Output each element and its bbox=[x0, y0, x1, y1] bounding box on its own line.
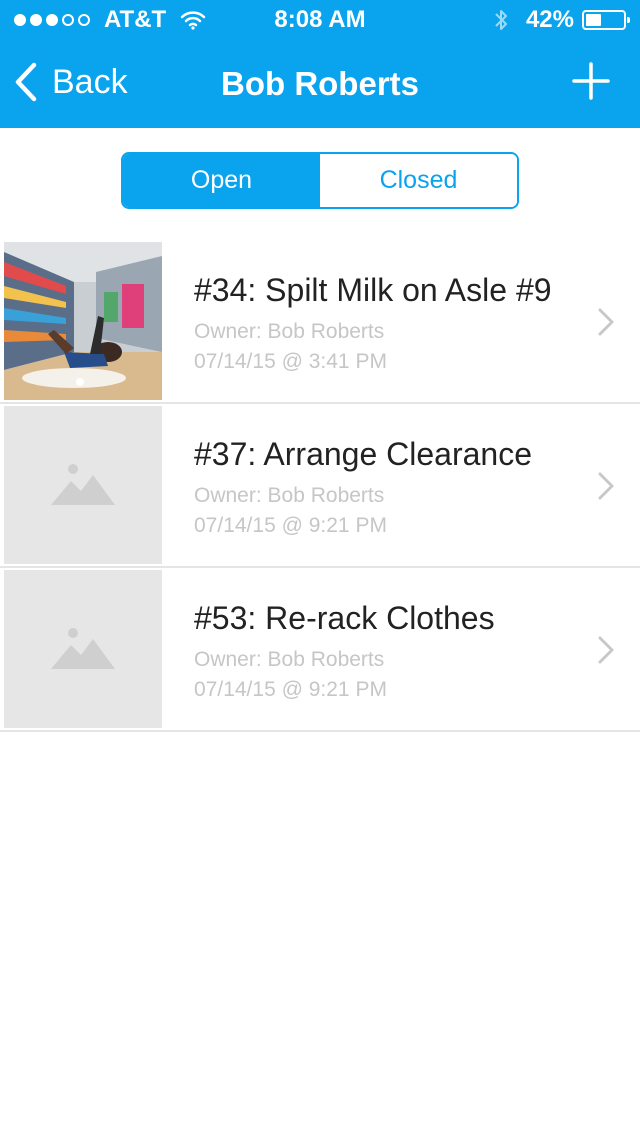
task-owner: Owner: Bob Roberts bbox=[194, 484, 385, 507]
task-photo-placeholder bbox=[4, 570, 162, 728]
task-date: 07/14/15 @ 9:21 PM bbox=[194, 678, 387, 701]
task-title: #53: Re-rack Clothes bbox=[194, 600, 495, 636]
task-title: #34: Spilt Milk on Asle #9 bbox=[194, 272, 552, 308]
chevron-right-icon bbox=[598, 308, 614, 336]
bluetooth-icon bbox=[495, 10, 507, 30]
image-placeholder-icon bbox=[51, 464, 115, 505]
chevron-right-icon bbox=[598, 472, 614, 500]
task-date: 07/14/15 @ 3:41 PM bbox=[194, 350, 387, 373]
chevron-right-icon bbox=[598, 636, 614, 664]
status-bar: AT&T 8:08 AM 42% bbox=[0, 0, 640, 40]
task-list: #34: Spilt Milk on Asle #9 Owner: Bob Ro… bbox=[0, 240, 640, 732]
nav-bar: Back Bob Roberts bbox=[0, 40, 640, 128]
battery-percent: 42% bbox=[525, 6, 574, 33]
task-photo bbox=[4, 242, 162, 400]
segment-closed[interactable]: Closed bbox=[320, 154, 517, 207]
battery-icon bbox=[582, 10, 630, 30]
navigation-bar: AT&T 8:08 AM 42% Back Bob Roberts bbox=[0, 0, 640, 128]
task-owner: Owner: Bob Roberts bbox=[194, 320, 385, 343]
plus-icon[interactable] bbox=[572, 62, 610, 100]
task-photo-placeholder bbox=[4, 406, 162, 564]
segment-open[interactable]: Open bbox=[123, 154, 320, 207]
task-title: #37: Arrange Clearance bbox=[194, 436, 532, 472]
image-placeholder-icon bbox=[51, 628, 115, 669]
task-date: 07/14/15 @ 9:21 PM bbox=[194, 514, 387, 537]
battery-fill bbox=[586, 14, 602, 26]
task-row[interactable]: #34: Spilt Milk on Asle #9 Owner: Bob Ro… bbox=[0, 240, 640, 404]
store-aisle-photo bbox=[4, 242, 162, 400]
task-owner: Owner: Bob Roberts bbox=[194, 648, 385, 671]
open-closed-segmented-control: Open Closed bbox=[121, 152, 519, 209]
task-row[interactable]: #53: Re-rack Clothes Owner: Bob Roberts … bbox=[0, 568, 640, 732]
status-right: 42% bbox=[494, 6, 630, 34]
task-row[interactable]: #37: Arrange Clearance Owner: Bob Robert… bbox=[0, 404, 640, 568]
page-title: Bob Roberts bbox=[221, 65, 419, 102]
